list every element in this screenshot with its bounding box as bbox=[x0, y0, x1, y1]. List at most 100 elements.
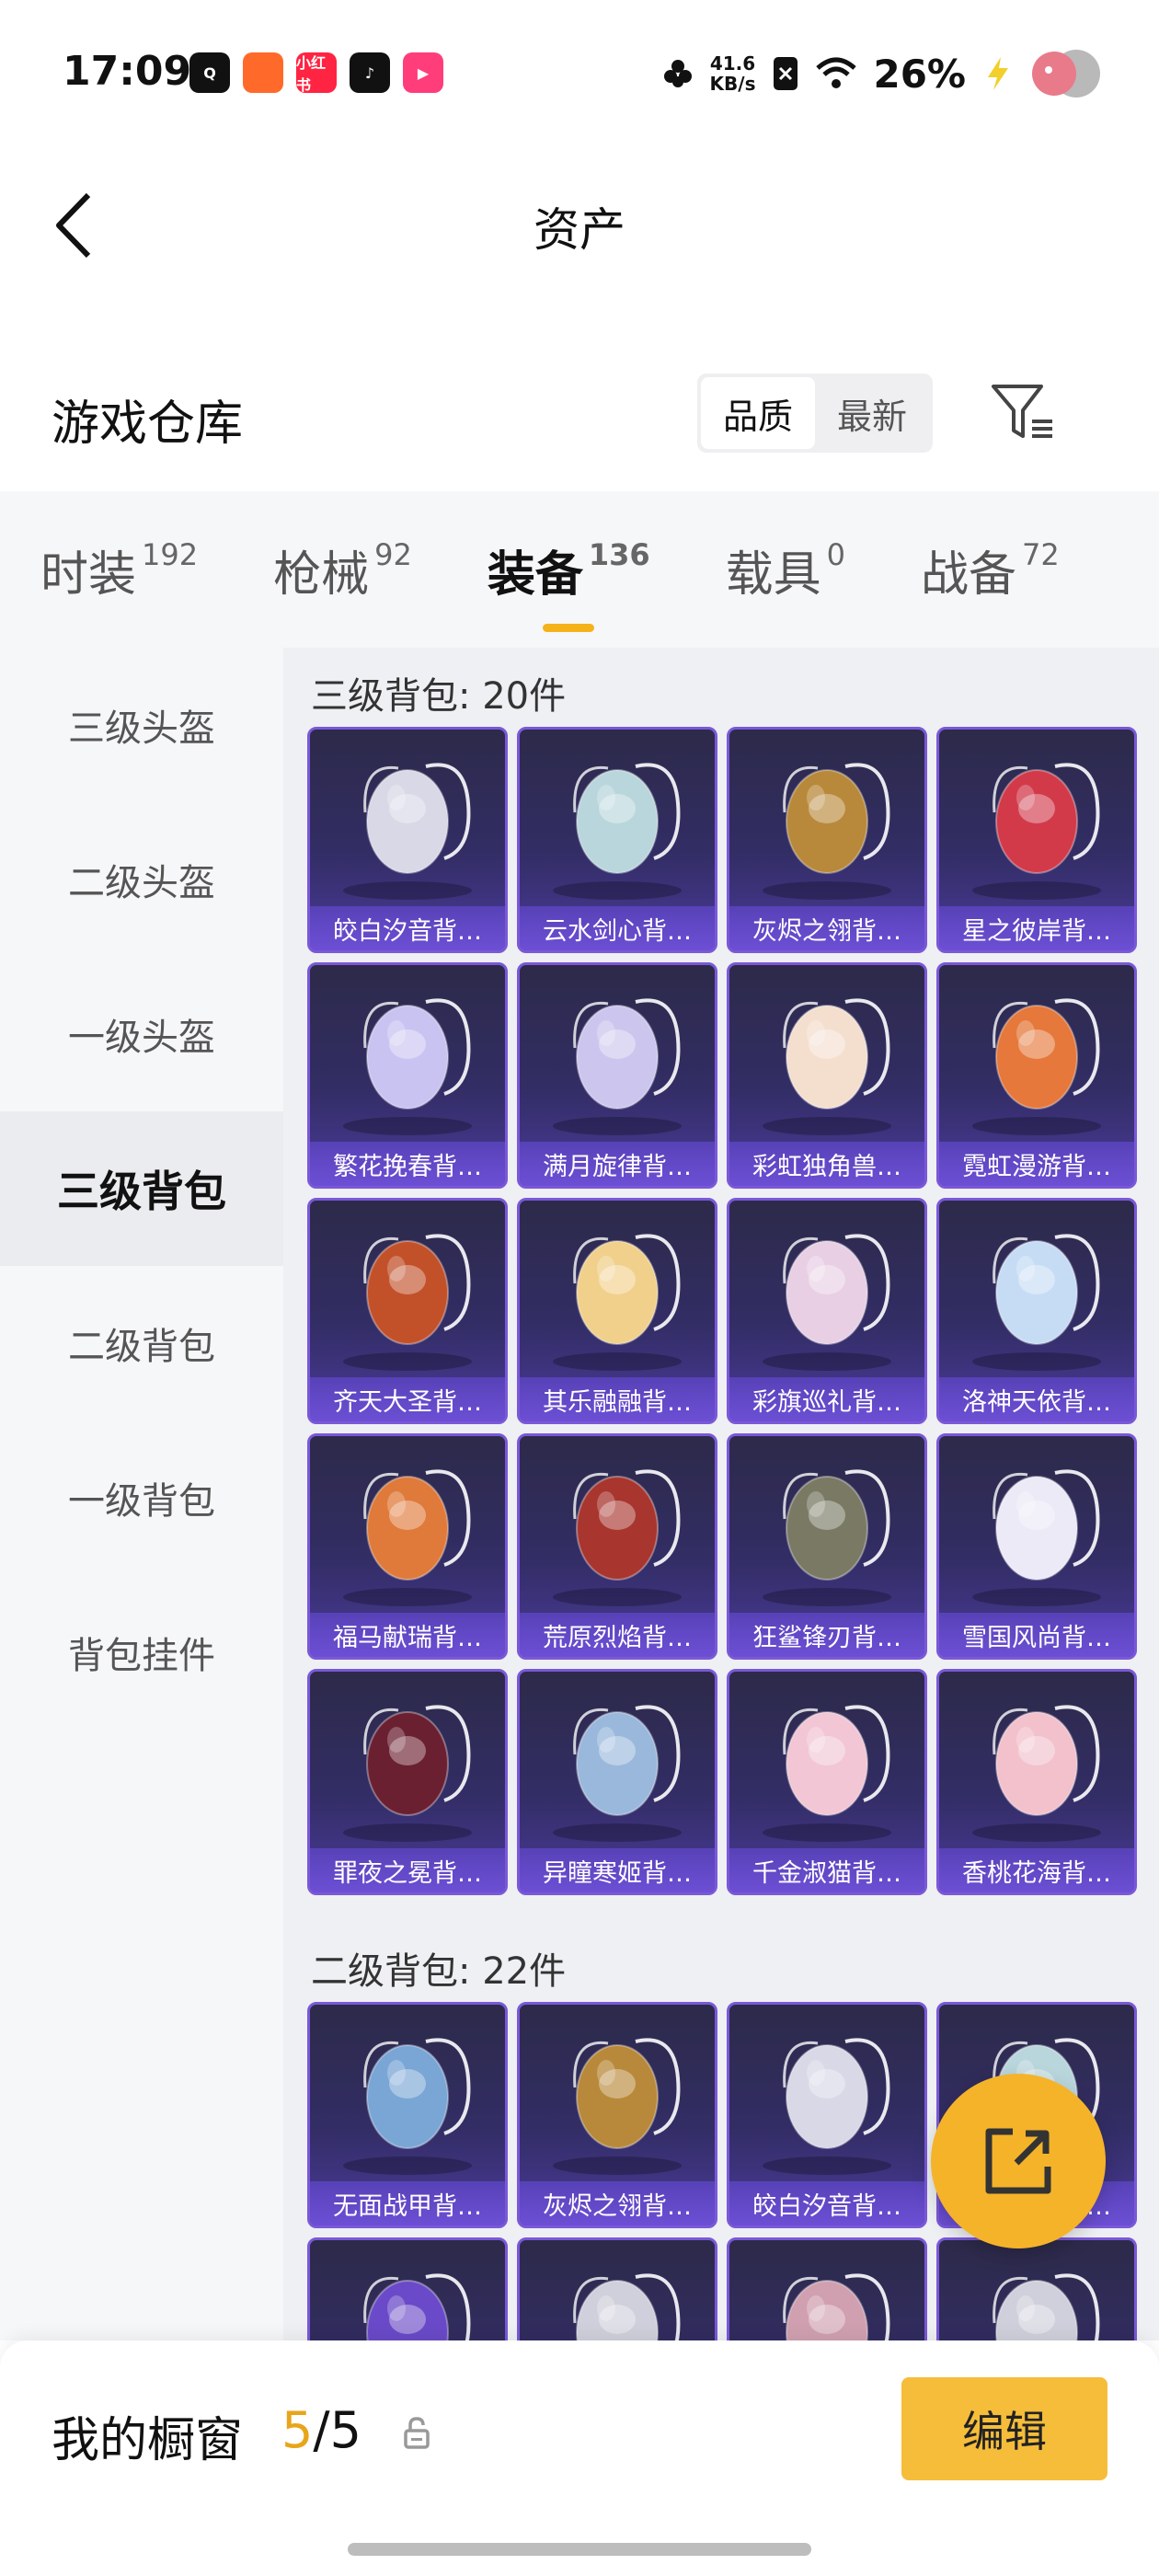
backpack-art-icon bbox=[972, 1234, 1101, 1371]
item-card[interactable]: 罪夜之冕背… bbox=[307, 1669, 508, 1895]
nav-item-1[interactable]: 二级头盔 bbox=[0, 802, 283, 957]
battery-percent: 26% bbox=[873, 51, 966, 97]
item-card[interactable]: 满月旋律背… bbox=[517, 962, 717, 1189]
backpack-art-icon bbox=[763, 1469, 891, 1606]
home-indicator[interactable] bbox=[348, 2543, 811, 2556]
item-card[interactable]: 异瞳寒姬背… bbox=[517, 1669, 717, 1895]
tab-label: 战备 bbox=[921, 546, 1017, 603]
tab-3[interactable]: 载具 0 bbox=[726, 535, 845, 604]
backpack-art-icon bbox=[363, 2273, 471, 2340]
nav-item-2[interactable]: 一级头盔 bbox=[0, 957, 283, 1111]
backpack-art-icon bbox=[343, 998, 472, 1135]
sort-toggle: 品质 最新 bbox=[697, 374, 933, 453]
network-speed-unit: KB/s bbox=[709, 73, 756, 95]
section-title: 二级背包: 22件 bbox=[311, 1950, 567, 1993]
item-name: 雪国风尚背… bbox=[939, 1613, 1134, 1657]
wifi-icon bbox=[816, 57, 857, 88]
item-card[interactable] bbox=[307, 2237, 508, 2340]
backpack-art-icon bbox=[763, 998, 891, 1135]
item-card[interactable]: 福马献瑞背… bbox=[307, 1433, 508, 1660]
item-name: 其乐融融背… bbox=[520, 1377, 715, 1421]
backpack-art-icon bbox=[343, 2038, 472, 2175]
sort-newest-button[interactable]: 最新 bbox=[815, 377, 929, 449]
filter-icon[interactable] bbox=[988, 379, 1056, 447]
backpack-art-icon bbox=[993, 2273, 1100, 2340]
item-card[interactable]: 洛神天依背… bbox=[936, 1198, 1137, 1424]
backpack-art-icon bbox=[553, 998, 682, 1135]
item-card[interactable] bbox=[727, 2237, 927, 2340]
tab-count: 92 bbox=[374, 536, 412, 572]
showcase-label: 我的橱窗 bbox=[52, 2413, 244, 2468]
nav-item-0[interactable]: 三级头盔 bbox=[0, 648, 283, 802]
warehouse-title: 游戏仓库 bbox=[52, 397, 244, 452]
showcase-total: 5 bbox=[329, 2401, 361, 2459]
tab-count: 136 bbox=[588, 536, 650, 572]
nav-item-6[interactable]: 背包挂件 bbox=[0, 1575, 283, 1730]
item-name: 罪夜之冕背… bbox=[310, 1848, 505, 1892]
item-name: 满月旋律背… bbox=[520, 1142, 715, 1186]
item-name: 异瞳寒姬背… bbox=[520, 1848, 715, 1892]
item-card[interactable]: 云水剑心背… bbox=[517, 727, 717, 953]
status-time: 17:09 bbox=[63, 48, 192, 95]
item-card[interactable]: 灰烬之翎背… bbox=[517, 2002, 717, 2228]
backpack-art-icon bbox=[763, 1234, 891, 1371]
item-name: 香桃花海背… bbox=[939, 1848, 1134, 1892]
q-app-icon: Q bbox=[189, 52, 230, 93]
item-card[interactable] bbox=[936, 2237, 1137, 2340]
item-card[interactable]: 彩虹独角兽… bbox=[727, 962, 927, 1189]
item-name: 霓虹漫游背… bbox=[939, 1142, 1134, 1186]
item-name: 无面战甲背… bbox=[310, 2181, 505, 2225]
edit-button[interactable]: 编辑 bbox=[901, 2377, 1107, 2480]
sort-quality-button[interactable]: 品质 bbox=[701, 377, 815, 449]
item-card[interactable] bbox=[517, 2237, 717, 2340]
item-card[interactable]: 彩旗巡礼背… bbox=[727, 1198, 927, 1424]
backpack-art-icon bbox=[343, 1234, 472, 1371]
backpack-art-icon bbox=[553, 2038, 682, 2175]
item-card[interactable]: 狂鲨锋刃背… bbox=[727, 1433, 927, 1660]
item-card[interactable]: 皎白汐音背… bbox=[727, 2002, 927, 2228]
category-tabs: 时装 192 枪械 92 装备 136 载具 0 战备 72 bbox=[0, 491, 1159, 648]
showcase-count: 5/5 bbox=[281, 2401, 361, 2459]
tab-0[interactable]: 时装 192 bbox=[40, 535, 198, 604]
item-card[interactable]: 雪国风尚背… bbox=[936, 1433, 1137, 1660]
item-card[interactable]: 霓虹漫游背… bbox=[936, 962, 1137, 1189]
item-card[interactable]: 繁花挽春背… bbox=[307, 962, 508, 1189]
item-card[interactable]: 荒原烈焰背… bbox=[517, 1433, 717, 1660]
lock-icon bbox=[404, 2417, 430, 2449]
page-title: 资产 bbox=[534, 203, 625, 257]
tab-4[interactable]: 战备 72 bbox=[921, 535, 1060, 604]
item-card[interactable]: 齐天大圣背… bbox=[307, 1198, 508, 1424]
nav-item-3[interactable]: 三级背包 bbox=[0, 1111, 283, 1266]
share-button[interactable] bbox=[931, 2074, 1106, 2248]
item-card[interactable]: 香桃花海背… bbox=[936, 1669, 1137, 1895]
item-name: 星之彼岸背… bbox=[939, 906, 1134, 950]
video-app-icon: ▶ bbox=[403, 52, 443, 93]
subcategory-nav: 三级头盔 二级头盔 一级头盔 三级背包 二级背包 一级背包 背包挂件 bbox=[0, 648, 283, 2340]
xiaohongshu-icon: 小红书 bbox=[296, 52, 337, 94]
tiktok-icon: ♪ bbox=[350, 52, 390, 93]
item-card[interactable]: 千金淑猫背… bbox=[727, 1669, 927, 1895]
item-card[interactable]: 其乐融融背… bbox=[517, 1198, 717, 1424]
nav-item-4[interactable]: 二级背包 bbox=[0, 1266, 283, 1420]
backpack-art-icon bbox=[343, 1705, 472, 1842]
kuaishou-icon bbox=[243, 52, 283, 93]
tab-count: 0 bbox=[826, 536, 846, 572]
item-name: 彩虹独角兽… bbox=[729, 1142, 924, 1186]
item-name: 洛神天依背… bbox=[939, 1377, 1134, 1421]
nav-item-5[interactable]: 一级背包 bbox=[0, 1420, 283, 1575]
tab-count: 72 bbox=[1022, 536, 1060, 572]
tab-1[interactable]: 枪械 92 bbox=[273, 535, 412, 604]
item-name: 狂鲨锋刃背… bbox=[729, 1613, 924, 1657]
item-name: 灰烬之翎背… bbox=[729, 906, 924, 950]
item-card[interactable]: 星之彼岸背… bbox=[936, 727, 1137, 953]
tab-label: 时装 bbox=[40, 546, 137, 603]
status-app-icons: Q 小红书 ♪ ▶ bbox=[189, 52, 443, 94]
backpack-art-icon bbox=[763, 763, 891, 900]
network-speed-value: 41.6 bbox=[709, 52, 756, 75]
item-card[interactable]: 皎白汐音背… bbox=[307, 727, 508, 953]
item-card[interactable]: 灰烬之翎背… bbox=[727, 727, 927, 953]
tab-2[interactable]: 装备 136 bbox=[488, 535, 650, 632]
backpack-art-icon bbox=[763, 1705, 891, 1842]
status-bar: 17:09 Q 小红书 ♪ ▶ 41.6 KB/s 26% bbox=[0, 0, 1159, 138]
item-card[interactable]: 无面战甲背… bbox=[307, 2002, 508, 2228]
